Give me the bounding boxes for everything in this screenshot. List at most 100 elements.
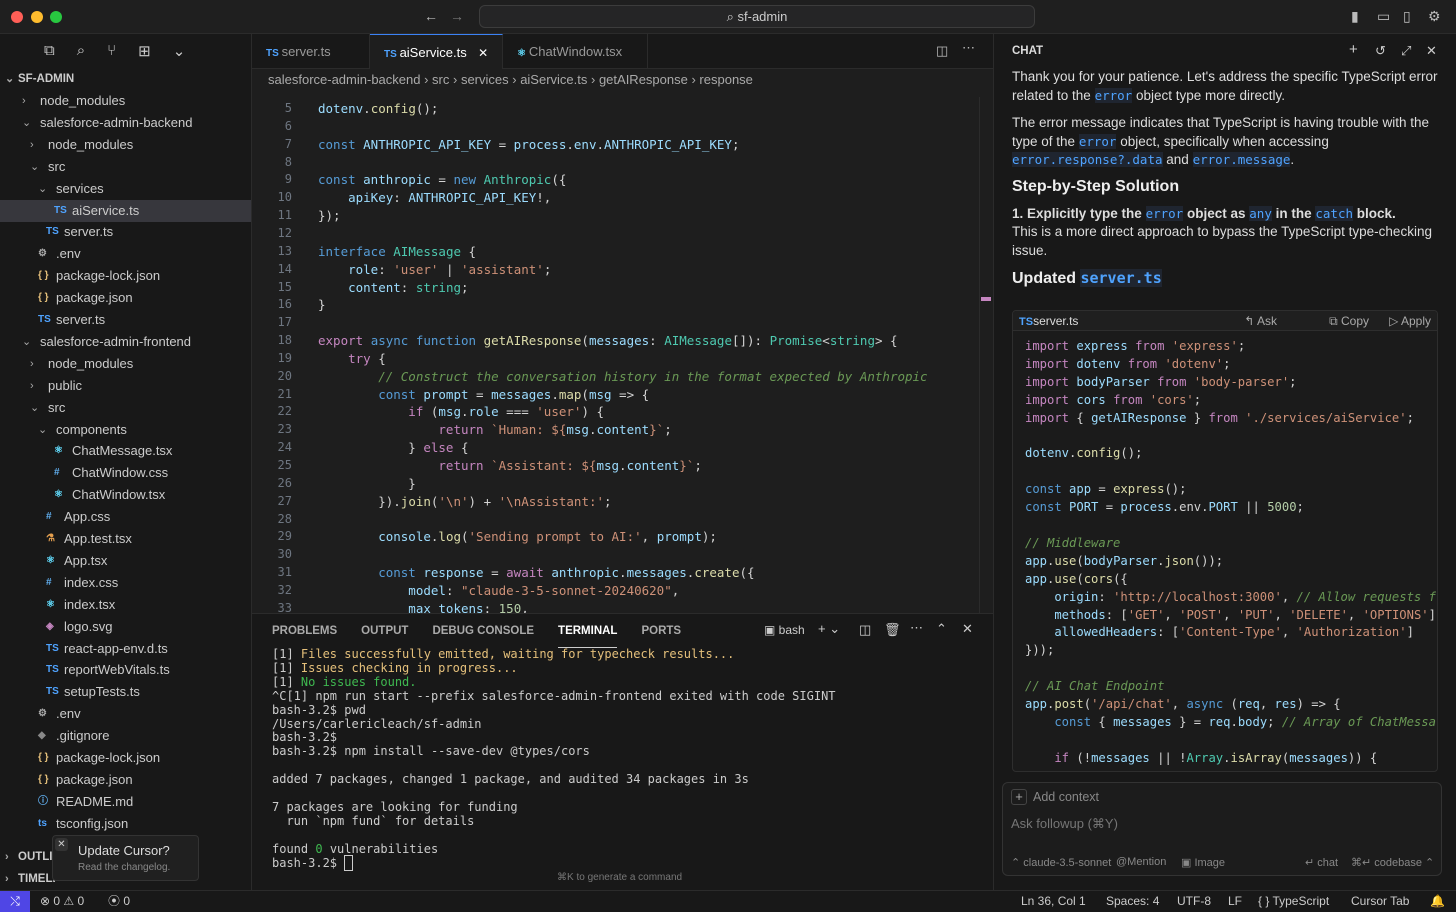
mention-button[interactable]: @Mention [1116,856,1166,868]
toggle-secondary-sidebar-icon[interactable]: ▯ [1403,8,1411,25]
expand-icon[interactable]: ⤢ [1401,43,1411,59]
update-notification[interactable]: ✕ Update Cursor? Read the changelog. [52,835,199,881]
new-terminal-icon[interactable]: + ⌄ [818,621,840,637]
remote-icon[interactable]: ⤭ [0,891,30,912]
file-item[interactable]: { } package.json [0,287,251,309]
close-icon[interactable]: ✕ [1426,43,1437,59]
close-icon[interactable]: ✕ [55,838,68,851]
breadcrumb-item[interactable]: response [699,72,752,87]
model-selector[interactable]: ⌃ claude-3.5-sonnet [1011,856,1111,869]
file-item[interactable]: ⚙ .env [0,703,251,725]
file-item[interactable]: { } package-lock.json [0,747,251,769]
editor-tab[interactable]: ⚛ ChatWindow.tsx [503,34,649,69]
breadcrumb-item[interactable]: src [432,72,449,87]
language-mode[interactable]: { } TypeScript [1258,891,1329,912]
folder-item[interactable]: › node_modules [0,353,251,375]
file-item[interactable]: ⓘ README.md [0,791,251,813]
cursor-position[interactable]: Ln 36, Col 1 [1021,891,1086,912]
followup-input[interactable] [1011,813,1431,833]
breadcrumb-item[interactable]: aiService.ts [520,72,587,87]
copy-button[interactable]: ⧉ Copy [1329,311,1369,331]
close-panel-icon[interactable]: ✕ [962,621,973,637]
folder-item[interactable]: ⌄ salesforce-admin-frontend [0,331,251,353]
file-item[interactable]: ◆ .gitignore [0,725,251,747]
editor-tab[interactable]: TS aiService.ts ✕ [370,34,504,69]
trash-icon[interactable]: 🗑 [884,622,901,638]
project-root-header[interactable]: ⌄ SF-ADMIN [0,68,251,90]
codebase-submit-button[interactable]: ⌘↵ codebase ⌃ [1351,856,1434,869]
folder-item[interactable]: ⌄ components [0,419,251,441]
file-item[interactable]: ⚛ ChatMessage.tsx [0,440,251,462]
add-context-button[interactable]: Add context [1033,790,1099,804]
file-item[interactable]: ⚛ App.tsx [0,550,251,572]
panel-tab-terminal[interactable]: TERMINAL [558,614,618,648]
toast-body[interactable]: Read the changelog. [78,862,170,873]
folder-item[interactable]: ⌄ src [0,397,251,419]
file-item[interactable]: TS aiService.ts [0,199,251,222]
breadcrumb-item[interactable]: getAIResponse [599,72,688,87]
file-item[interactable]: ⚙ .env [0,243,251,265]
editor-tab[interactable]: TS server.ts [252,34,370,69]
apply-button[interactable]: ▷ Apply [1389,311,1431,331]
file-item[interactable]: TS react-app-env.d.ts [0,638,251,660]
editor-scrollbar[interactable] [979,97,991,613]
file-item[interactable]: ◈ logo.svg [0,616,251,638]
split-editor-icon[interactable]: ◫ [936,43,948,59]
ports-indicator[interactable]: ⦿ 0 [108,891,130,912]
terminal-output[interactable]: [1] Files successfully emitted, waiting … [272,647,972,871]
file-item[interactable]: TS reportWebVitals.ts [0,659,251,681]
new-chat-icon[interactable]: + [1349,41,1358,58]
command-search-box[interactable]: ⌕ sf-admin [479,5,1035,28]
toggle-sidebar-icon[interactable]: ▮ [1351,8,1359,25]
maximize-panel-icon[interactable]: ⌃ [936,621,947,637]
breadcrumb-item[interactable]: salesforce-admin-backend [268,72,420,87]
indentation[interactable]: Spaces: 4 [1106,891,1159,912]
problems-indicator[interactable]: ⊗ 0 ⚠ 0 [40,891,84,912]
files-icon[interactable]: ⧉ [44,42,55,70]
search-view-icon[interactable]: ⌕ [77,42,85,70]
panel-tab-debug-console[interactable]: DEBUG CONSOLE [432,614,534,648]
file-item[interactable]: ts tsconfig.json [0,813,251,835]
terminal-shell-selector[interactable]: ▣ bash [764,623,805,637]
more-actions-icon[interactable]: ⋯ [962,40,975,56]
file-item[interactable]: { } package.json [0,769,251,791]
maximize-window-button[interactable] [50,11,62,23]
file-item[interactable]: # ChatWindow.css [0,462,251,484]
file-item[interactable]: # App.css [0,506,251,528]
toggle-panel-icon[interactable]: ▭ [1377,8,1390,25]
line-ending[interactable]: LF [1228,891,1242,912]
cursor-tab[interactable]: Cursor Tab [1351,891,1409,912]
source-control-icon[interactable]: ⑂ [107,42,116,70]
folder-item[interactable]: ⌄ services [0,178,251,200]
panel-tab-problems[interactable]: PROBLEMS [272,614,337,648]
breadcrumb-item[interactable]: services [461,72,509,87]
file-item[interactable]: ⚗ App.test.tsx [0,528,251,550]
file-item[interactable]: { } package-lock.json [0,265,251,287]
file-item[interactable]: TS setupTests.ts [0,681,251,703]
split-terminal-icon[interactable]: ◫ [859,622,871,638]
bell-icon[interactable]: 🔔 [1430,891,1445,912]
chat-submit-button[interactable]: ↵ chat [1305,856,1338,869]
folder-item[interactable]: ⌄ salesforce-admin-backend [0,112,251,134]
history-icon[interactable]: ↺ [1375,43,1386,59]
panel-tab-output[interactable]: OUTPUT [361,614,408,648]
panel-tab-ports[interactable]: PORTS [641,614,681,648]
back-arrow-icon[interactable]: ← [424,8,438,24]
folder-item[interactable]: ⌄ src [0,156,251,178]
image-button[interactable]: ▣ Image [1181,856,1225,869]
extensions-icon[interactable]: ⊞ [138,42,151,70]
ask-button[interactable]: ↰ Ask [1244,311,1277,331]
code-editor[interactable]: 5 dotenv.config(); 6 7 const ANTHROPIC_API_K… [252,97,993,613]
folder-item[interactable]: › public [0,375,251,397]
add-context-icon[interactable]: + [1011,789,1027,805]
file-item[interactable]: TS server.ts [0,221,251,243]
file-item[interactable]: # index.css [0,572,251,594]
file-item[interactable]: ⚛ index.tsx [0,594,251,616]
chevron-down-icon[interactable]: ⌄ [173,42,186,70]
close-window-button[interactable] [11,11,23,23]
settings-gear-icon[interactable]: ⚙ [1428,8,1441,25]
folder-item[interactable]: › node_modules [0,90,251,112]
file-item[interactable]: TS server.ts [0,309,251,331]
folder-item[interactable]: › node_modules [0,134,251,156]
encoding[interactable]: UTF-8 [1177,891,1211,912]
